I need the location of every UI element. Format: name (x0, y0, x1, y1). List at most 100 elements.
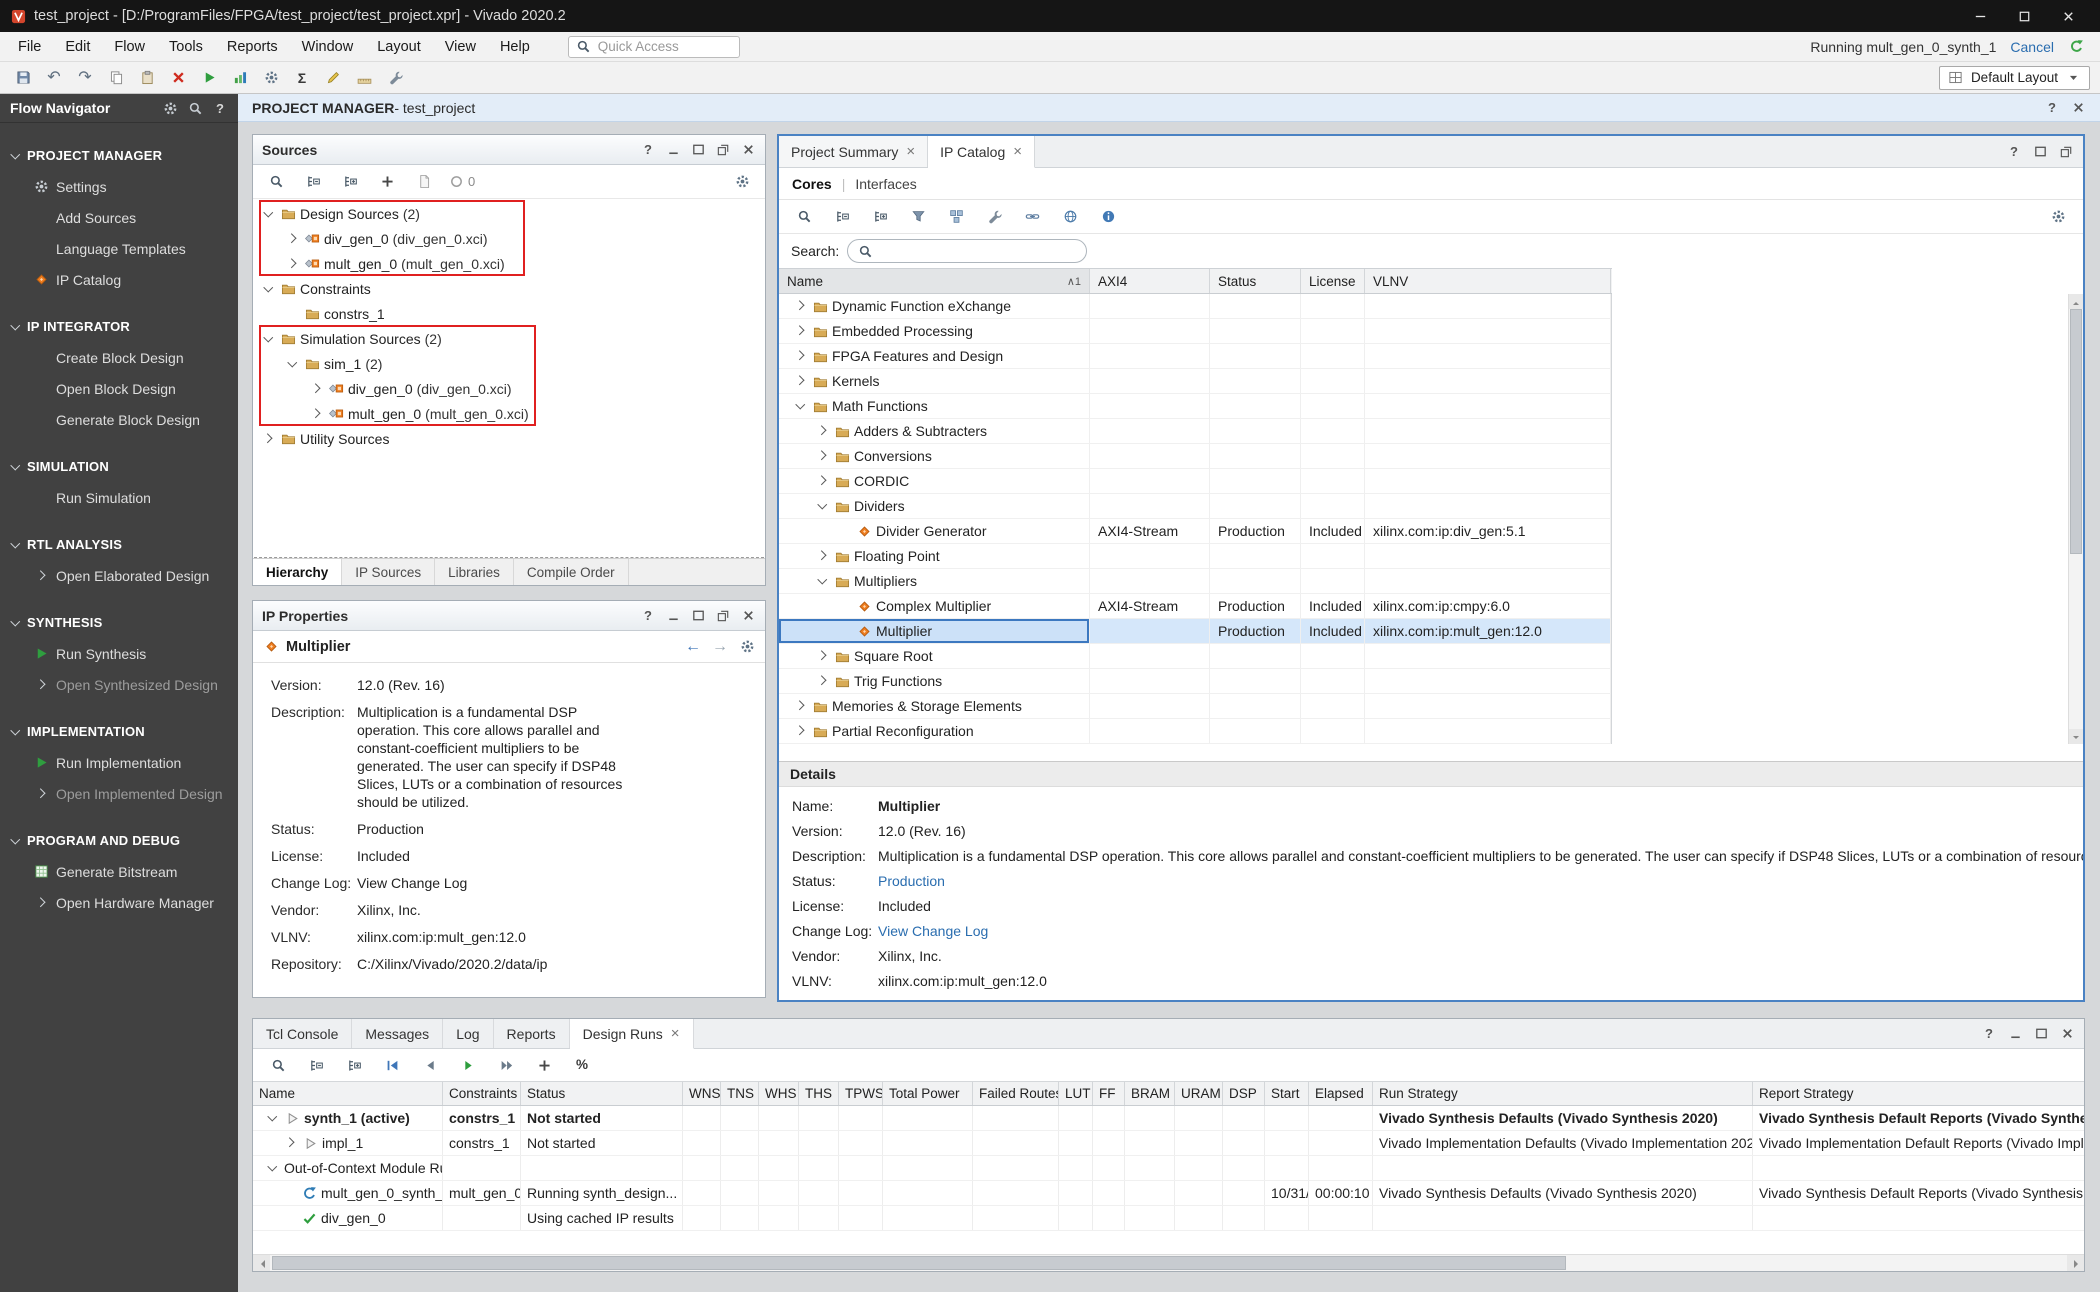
column-header-elapsed[interactable]: Elapsed (1309, 1082, 1373, 1105)
float-button[interactable] (715, 142, 731, 158)
column-header-failed-routes[interactable]: Failed Routes (973, 1082, 1059, 1105)
menu-tools[interactable]: Tools (157, 35, 215, 59)
percent-button[interactable]: % (569, 1052, 595, 1078)
property-value[interactable]: View Change Log (357, 874, 467, 892)
flow-section-ip-integrator[interactable]: IP INTEGRATOR (0, 311, 238, 342)
sum-button[interactable]: Σ (289, 65, 315, 91)
flow-item-settings[interactable]: Settings (0, 171, 238, 202)
info-button[interactable] (1095, 204, 1121, 230)
chevron-down-icon[interactable] (261, 281, 276, 296)
source-item-sim-1[interactable]: sim_1(2) (253, 351, 765, 376)
sources-tab-compile-order[interactable]: Compile Order (514, 559, 629, 585)
flow-item-open-block-design[interactable]: Open Block Design (0, 373, 238, 404)
delete-button[interactable] (165, 65, 191, 91)
flow-item-create-block-design[interactable]: Create Block Design (0, 342, 238, 373)
flow-item-open-synthesized-design[interactable]: Open Synthesized Design (0, 669, 238, 700)
catalog-row-memories-storage-elements[interactable]: Memories & Storage Elements (779, 694, 1611, 719)
flow-item-open-elaborated-design[interactable]: Open Elaborated Design (0, 560, 238, 591)
chevron-right-icon[interactable] (815, 674, 830, 689)
chevron-right-icon[interactable] (815, 474, 830, 489)
redo-button[interactable]: ↷ (72, 65, 98, 91)
save-button[interactable] (10, 65, 36, 91)
collapse-button[interactable] (303, 1052, 329, 1078)
flow-section-program-and-debug[interactable]: PROGRAM AND DEBUG (0, 825, 238, 856)
source-item-mult-gen-0[interactable]: mult_gen_0(mult_gen_0.xci) (253, 251, 765, 276)
catalog-row-conversions[interactable]: Conversions (779, 444, 1611, 469)
column-header-wns[interactable]: WNS (683, 1082, 721, 1105)
search-button[interactable] (263, 169, 289, 195)
float-button[interactable] (2058, 144, 2074, 160)
run-row-impl-1[interactable]: impl_1constrs_1Not startedVivado Impleme… (253, 1131, 2084, 1156)
group-button[interactable] (943, 204, 969, 230)
menu-window[interactable]: Window (290, 35, 366, 59)
launch-button[interactable] (455, 1052, 481, 1078)
column-header-whs[interactable]: WHS (759, 1082, 799, 1105)
column-header-axi4[interactable]: AXI4 (1090, 269, 1210, 293)
flow-section-simulation[interactable]: SIMULATION (0, 451, 238, 482)
minimize-button[interactable] (1958, 0, 2002, 32)
maximize-button[interactable] (2002, 0, 2046, 32)
column-header-name[interactable]: Name∧1 (779, 269, 1090, 293)
help-button[interactable]: ? (2044, 100, 2060, 116)
chevron-right-icon[interactable] (285, 231, 300, 246)
menu-view[interactable]: View (433, 35, 488, 59)
column-header-start[interactable]: Start (1265, 1082, 1309, 1105)
scroll-up-button[interactable] (2069, 294, 2083, 309)
settings-button[interactable] (258, 65, 284, 91)
menu-reports[interactable]: Reports (215, 35, 290, 59)
copy-button[interactable] (103, 65, 129, 91)
catalog-row-dynamic-function-exchange[interactable]: Dynamic Function eXchange (779, 294, 1611, 319)
maximize-button[interactable] (690, 608, 706, 624)
close-button[interactable] (2046, 0, 2090, 32)
report-button[interactable] (227, 65, 253, 91)
help-button[interactable]: ? (1981, 1026, 1997, 1042)
chevron-right-icon[interactable] (261, 431, 276, 446)
cancel-link[interactable]: Cancel (2010, 39, 2054, 55)
subtab-cores[interactable]: Cores (792, 176, 832, 192)
property-value[interactable]: Production (357, 820, 424, 838)
flow-item-run-implementation[interactable]: Run Implementation (0, 747, 238, 778)
subtab-interfaces[interactable]: Interfaces (855, 176, 916, 192)
chevron-down-icon[interactable] (815, 499, 830, 514)
sources-tab-hierarchy[interactable]: Hierarchy (253, 559, 342, 585)
bottom-tab-messages[interactable]: Messages (352, 1019, 443, 1048)
flow-help-button[interactable]: ? (212, 100, 228, 116)
detail-value[interactable]: Production (878, 873, 945, 889)
plus-button[interactable] (531, 1052, 557, 1078)
source-item-constraints[interactable]: Constraints (253, 276, 765, 301)
quick-access-search[interactable]: Quick Access (568, 36, 740, 58)
chevron-right-icon[interactable] (793, 699, 808, 714)
flow-item-language-templates[interactable]: Language Templates (0, 233, 238, 264)
scroll-down-button[interactable] (2069, 729, 2083, 744)
flow-section-implementation[interactable]: IMPLEMENTATION (0, 716, 238, 747)
run-row-synth-1-active[interactable]: synth_1 (active)constrs_1Not startedViva… (253, 1106, 2084, 1131)
source-item-mult-gen-0[interactable]: mult_gen_0(mult_gen_0.xci) (253, 401, 765, 426)
minimize-button[interactable] (665, 608, 681, 624)
paste-button[interactable] (134, 65, 160, 91)
flow-item-run-simulation[interactable]: Run Simulation (0, 482, 238, 513)
chevron-right-icon[interactable] (793, 299, 808, 314)
catalog-row-partial-reconfiguration[interactable]: Partial Reconfiguration (779, 719, 1611, 744)
scroll-right-button[interactable] (2067, 1255, 2084, 1271)
catalog-row-fpga-features-and-design[interactable]: FPGA Features and Design (779, 344, 1611, 369)
collapse-button[interactable] (300, 169, 326, 195)
column-header-tns[interactable]: TNS (721, 1082, 759, 1105)
layout-selector[interactable]: Default Layout (1939, 66, 2090, 90)
flow-item-generate-bitstream[interactable]: Generate Bitstream (0, 856, 238, 887)
column-header-bram[interactable]: BRAM (1125, 1082, 1175, 1105)
settings-button[interactable] (729, 169, 755, 195)
chevron-right-icon[interactable] (793, 349, 808, 364)
undo-button[interactable]: ↶ (41, 65, 67, 91)
close-tab-icon[interactable]: × (1013, 143, 1022, 160)
flow-section-project-manager[interactable]: PROJECT MANAGER (0, 140, 238, 171)
chevron-down-icon[interactable] (261, 206, 276, 221)
expand-button[interactable] (341, 1052, 367, 1078)
filter-button[interactable] (905, 204, 931, 230)
catalog-row-kernels[interactable]: Kernels (779, 369, 1611, 394)
run-button[interactable] (196, 65, 222, 91)
catalog-row-divider-generator[interactable]: Divider GeneratorAXI4-StreamProductionIn… (779, 519, 1611, 544)
flow-settings-button[interactable] (162, 100, 178, 116)
back-button[interactable]: ← (685, 639, 701, 655)
chevron-right-icon[interactable] (815, 449, 830, 464)
link-button[interactable] (1019, 204, 1045, 230)
